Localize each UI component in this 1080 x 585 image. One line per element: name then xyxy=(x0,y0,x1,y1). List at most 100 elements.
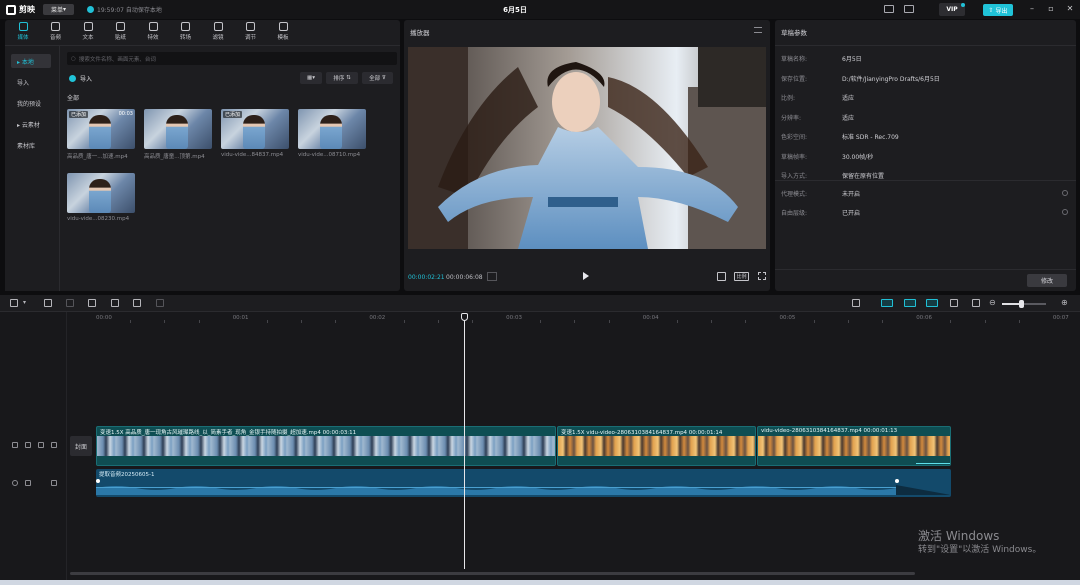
keyframe-dot[interactable] xyxy=(895,479,899,483)
sort-label: 排序 xyxy=(333,76,345,82)
keyframe-dot[interactable] xyxy=(96,479,100,483)
chevron-down-icon[interactable]: ▾ xyxy=(23,299,26,306)
split-right-icon[interactable] xyxy=(133,299,141,307)
video-clip[interactable]: 变速1.5X vidu-video-2806310384164837.mp4 0… xyxy=(557,426,756,466)
filter-button[interactable]: 全部 ⊽ xyxy=(362,72,393,84)
tool-label: 文本 xyxy=(82,35,94,41)
restore-icon[interactable]: ▫ xyxy=(1047,5,1055,13)
fit-screen-icon[interactable] xyxy=(717,272,726,281)
zoom-in-icon[interactable]: ⊕ xyxy=(1061,299,1068,307)
media-item[interactable]: 已添加 00:03 高品质_唐一...加速.mp4 xyxy=(67,109,135,160)
select-cursor-icon[interactable] xyxy=(10,299,18,307)
tool-effects[interactable]: 特效 xyxy=(138,22,168,44)
layout-icon[interactable] xyxy=(904,5,914,13)
delete-icon[interactable] xyxy=(156,299,164,307)
filter-icon xyxy=(213,22,223,31)
add-icon xyxy=(69,74,76,82)
divider xyxy=(775,269,1076,270)
grid-view-icon: ▦▾ xyxy=(307,75,315,81)
eye-icon[interactable] xyxy=(38,442,44,448)
track-headers xyxy=(0,312,67,585)
import-button[interactable]: 导入 xyxy=(69,72,111,84)
split-icon[interactable] xyxy=(88,299,96,307)
side-nav-item[interactable]: 素材库 xyxy=(11,138,51,152)
timeline-horizontal-scrollbar[interactable] xyxy=(70,572,915,575)
split-left-icon[interactable] xyxy=(111,299,119,307)
info-icon[interactable] xyxy=(1062,190,1068,196)
lock-icon[interactable] xyxy=(25,480,31,486)
ruler-tick xyxy=(540,320,542,323)
draft-param-row: 代理模式: 未开启 xyxy=(781,189,1071,199)
minimize-icon[interactable]: – xyxy=(1028,5,1036,13)
ruler-tick-label: 00:01 xyxy=(232,315,249,321)
tool-media[interactable]: 媒体 xyxy=(8,22,38,44)
player-menu-icon[interactable] xyxy=(754,27,762,33)
param-key: 色彩空间: xyxy=(781,134,808,141)
fullscreen-icon[interactable] xyxy=(758,272,766,280)
modify-button[interactable]: 修改 xyxy=(1027,274,1067,287)
zoom-slider-handle[interactable] xyxy=(1019,300,1024,308)
tool-adjust[interactable]: 调节 xyxy=(236,22,266,44)
video-clip[interactable]: vidu-video-2806310384164837.mp4 00:00:01… xyxy=(757,426,951,466)
video-preview[interactable] xyxy=(408,47,766,249)
param-key: 代理模式: xyxy=(781,191,808,198)
main-track-magnet-icon[interactable] xyxy=(881,299,893,307)
added-badge: 已添加 xyxy=(223,111,243,118)
menu-button[interactable]: 菜单 ▾ xyxy=(43,4,74,15)
tool-filter[interactable]: 滤镜 xyxy=(203,22,233,44)
redo-icon[interactable] xyxy=(66,299,74,307)
cover-button[interactable]: 封面 xyxy=(70,436,92,456)
media-item[interactable]: vidu-vide...08230.mp4 xyxy=(67,173,135,222)
info-icon[interactable] xyxy=(1062,209,1068,215)
preview-axis-icon[interactable] xyxy=(950,299,958,307)
ruler-tick xyxy=(711,320,713,323)
all-media-heading: 全部 xyxy=(67,95,80,102)
audio-clip-label: 提取音频20250605-1 xyxy=(99,472,155,478)
play-icon[interactable] xyxy=(583,272,589,280)
side-nav-item[interactable]: 导入 xyxy=(11,75,51,89)
ruler-tick xyxy=(950,320,952,323)
tool-transition[interactable]: 转场 xyxy=(171,22,201,44)
clip-label: vidu-video-2806310384164837.mp4 00:00:01… xyxy=(761,428,898,434)
timeline-grid-icon[interactable] xyxy=(487,272,497,281)
param-key: 草稿名称: xyxy=(781,56,808,63)
view-toggle-button[interactable]: ▦▾ xyxy=(300,72,322,84)
side-nav-item[interactable]: ▸ 云素材 xyxy=(11,117,51,131)
close-icon[interactable]: ✕ xyxy=(1066,5,1074,13)
media-duration: 00:03 xyxy=(118,111,133,117)
track-audio-icon[interactable] xyxy=(12,480,18,486)
filter-icon: ⊽ xyxy=(381,75,386,81)
speaker-icon[interactable] xyxy=(51,480,57,486)
side-nav-item[interactable]: 我的预设 xyxy=(11,96,51,110)
search-icon: ○ xyxy=(71,55,76,62)
auto-snap-icon[interactable] xyxy=(904,299,916,307)
playhead-line[interactable] xyxy=(464,319,465,569)
playhead-handle[interactable] xyxy=(461,313,468,321)
project-title: 6月5日 xyxy=(503,6,527,14)
media-item[interactable]: 高品质_唐童...顶第.mp4 xyxy=(144,109,212,160)
side-nav-item[interactable]: ▸ 本地 xyxy=(11,54,51,68)
track-video-icon[interactable] xyxy=(12,442,18,448)
video-clip[interactable]: 变速1.5X 高品质_唐一现角古风璀璨路线_以_简素手者_现角_金银手持随拍摄_… xyxy=(96,426,556,466)
microphone-icon[interactable] xyxy=(852,299,860,307)
ratio-button[interactable]: 比例 xyxy=(734,272,749,281)
tool-text[interactable]: 文本 xyxy=(73,22,103,44)
audio-clip[interactable]: 提取音频20250605-1 xyxy=(96,469,951,497)
ruler-tick-label: 00:06 xyxy=(916,315,933,321)
tool-label: 调节 xyxy=(244,35,256,41)
tool-audio[interactable]: 音频 xyxy=(41,22,71,44)
export-button[interactable]: ⇧ 导出 xyxy=(983,4,1013,16)
linkage-icon[interactable] xyxy=(926,299,938,307)
undo-icon[interactable] xyxy=(44,299,52,307)
tool-sticker[interactable]: 贴纸 xyxy=(106,22,136,44)
speaker-icon[interactable] xyxy=(51,442,57,448)
lock-icon[interactable] xyxy=(25,442,31,448)
sort-button[interactable]: 排序 ⇅ xyxy=(326,72,358,84)
media-item[interactable]: 已添加 vidu-vide...84837.mp4 xyxy=(221,109,289,158)
tool-template[interactable]: 模板 xyxy=(268,22,298,44)
zoom-out-icon[interactable]: ⊖ xyxy=(989,299,996,307)
media-search-input[interactable]: ○ 搜索文件名称、画面元素、台词 xyxy=(67,52,397,65)
media-item[interactable]: vidu-vide...08710.mp4 xyxy=(298,109,366,158)
keyboard-icon[interactable] xyxy=(884,5,894,13)
caption-icon[interactable] xyxy=(972,299,980,307)
